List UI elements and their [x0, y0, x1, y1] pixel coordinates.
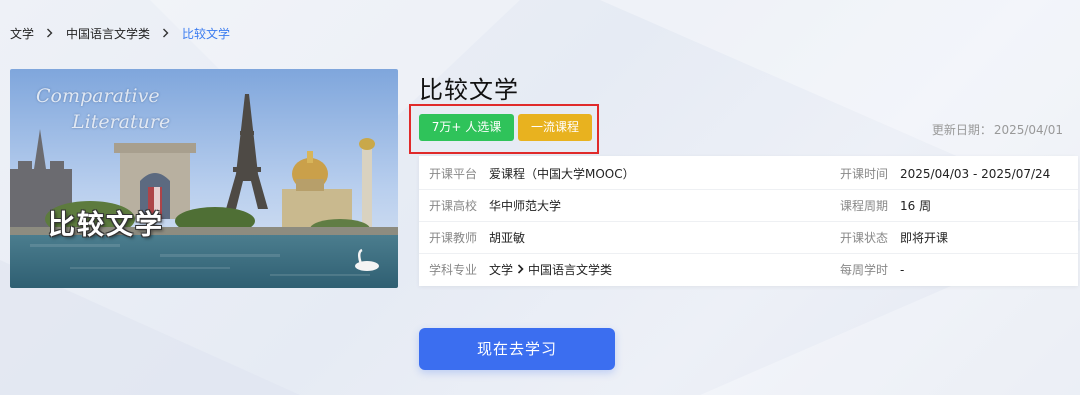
- info-row-subject: 学科专业 文学 中国语言文学类 每周学时 -: [419, 254, 1078, 286]
- info-value[interactable]: 胡亚敏: [489, 222, 525, 254]
- info-label: 学科专业: [429, 263, 478, 277]
- breadcrumb-item-current: 比较文学: [182, 26, 231, 41]
- subject-category-link[interactable]: 文学: [489, 263, 513, 277]
- info-row-university: 开课高校 华中师范大学 课程周期 16 周: [419, 190, 1078, 222]
- info-label: 每周学时: [840, 263, 889, 277]
- update-date-value: 2025/04/01: [993, 123, 1063, 137]
- info-label: 开课高校: [429, 199, 478, 213]
- info-value: 2025/04/03 - 2025/07/24: [900, 167, 1051, 181]
- cover-title-english-line1: Comparative: [36, 85, 160, 107]
- info-value: 爱课程（中国大学MOOC）: [489, 167, 635, 181]
- course-info-card: 开课平台 爱课程（中国大学MOOC） 开课时间 2025/04/03 - 202…: [419, 156, 1078, 286]
- start-learning-button[interactable]: 现在去学习: [419, 328, 615, 370]
- course-title: 比较文学: [419, 76, 519, 104]
- info-value: 16 周: [900, 199, 932, 213]
- info-label: 开课平台: [429, 167, 478, 181]
- chevron-right-icon: [46, 28, 54, 38]
- update-date: 更新日期： 2025/04/01: [932, 121, 1063, 138]
- cover-title-english-line2: Literature: [72, 111, 171, 133]
- info-value: -: [900, 263, 905, 277]
- update-date-label: 更新日期：: [931, 123, 992, 137]
- first-class-course-badge[interactable]: 一流课程: [518, 114, 592, 141]
- cover-title-chinese: 比较文学: [48, 210, 164, 241]
- chevron-right-icon: [162, 28, 170, 38]
- info-row-teacher: 开课教师 胡亚敏 开课状态 即将开课: [419, 222, 1078, 254]
- info-value-subject: 文学 中国语言文学类: [489, 254, 612, 286]
- breadcrumb: 文学 中国语言文学类 比较文学: [10, 24, 230, 42]
- info-label: 课程周期: [840, 199, 889, 213]
- info-value[interactable]: 华中师范大学: [489, 190, 561, 222]
- chevron-right-icon: [517, 255, 524, 287]
- breadcrumb-item-chinese-language-literature[interactable]: 中国语言文学类: [66, 25, 150, 42]
- subject-major-link[interactable]: 中国语言文学类: [528, 263, 612, 277]
- enrollment-count-badge[interactable]: 7万+ 人选课: [419, 114, 514, 141]
- breadcrumb-item-literature[interactable]: 文学: [10, 25, 34, 42]
- cover-title-english: Comparative Literature: [36, 83, 196, 135]
- info-value: 即将开课: [900, 231, 949, 245]
- info-label: 开课状态: [840, 231, 889, 245]
- info-row-platform: 开课平台 爱课程（中国大学MOOC） 开课时间 2025/04/03 - 202…: [419, 158, 1078, 190]
- info-label: 开课教师: [429, 231, 478, 245]
- course-cover-image: Comparative Literature 比较文学: [10, 69, 398, 288]
- info-label: 开课时间: [840, 167, 889, 181]
